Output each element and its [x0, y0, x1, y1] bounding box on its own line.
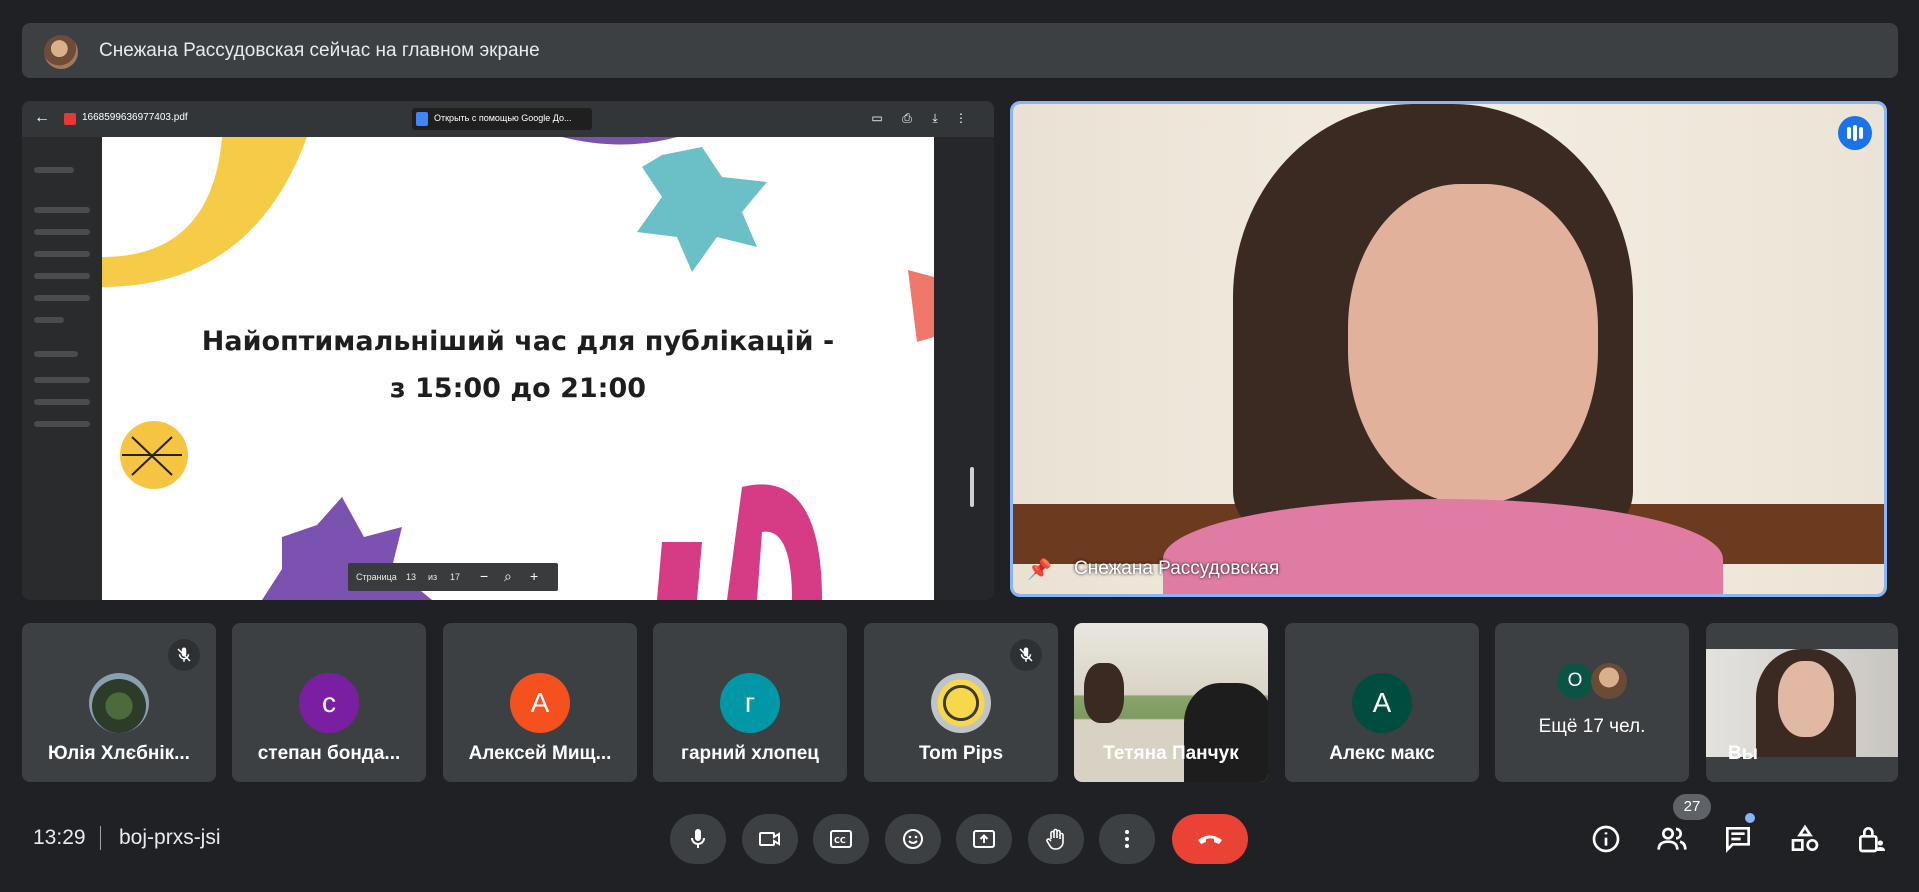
page-label: Страница	[356, 572, 397, 582]
background-gmail-window	[22, 137, 102, 600]
open-with-label: Открыть с помощью Google До...	[434, 113, 572, 123]
back-arrow-icon[interactable]: ←	[34, 109, 50, 127]
print-icon[interactable]: ⎙	[900, 111, 914, 125]
participant-initial-avatar: А	[1352, 673, 1412, 733]
more-participants-avatars: О	[1557, 663, 1629, 703]
muted-mic-icon	[168, 639, 200, 671]
participant-count-badge: 27	[1673, 794, 1711, 820]
participant-name: Вы	[1728, 743, 1758, 764]
leave-call-button[interactable]	[1172, 814, 1248, 864]
meeting-time: 13:29	[33, 826, 86, 849]
page-of: из	[428, 572, 438, 582]
participant-name: Tom Pips	[918, 743, 1004, 764]
present-screen-button[interactable]	[956, 814, 1012, 864]
mic-icon	[691, 829, 705, 848]
emoji-icon	[903, 829, 923, 849]
raise-hand-button[interactable]	[1028, 814, 1084, 864]
meeting-code: boj-prxs-jsi	[119, 826, 221, 849]
muted-mic-icon	[1010, 639, 1042, 671]
pdf-slide: Найоптимальніший час для публікацій - з …	[102, 137, 934, 600]
more-vert-icon	[1125, 830, 1129, 848]
shapes-icon	[1791, 824, 1819, 851]
info-icon	[1592, 825, 1620, 853]
google-docs-icon	[416, 112, 428, 126]
participant-initial-avatar: О	[1557, 663, 1593, 699]
add-to-drive-icon[interactable]: ▭	[870, 111, 884, 125]
zoom-in-icon[interactable]: +	[530, 568, 538, 584]
participant-name: Алекс макс	[1329, 743, 1435, 764]
more-participants-label: Ещё 17 чел.	[1538, 716, 1646, 737]
presenting-banner: Снежана Рассудовская сейчас на главном э…	[22, 23, 1898, 78]
participant-tile[interactable]: А Алексей Мищ...	[443, 623, 637, 782]
present-to-all-icon	[973, 830, 995, 848]
people-icon	[1657, 827, 1687, 850]
videocam-icon	[759, 832, 780, 846]
participant-tile[interactable]: г гарний хлопец	[653, 623, 847, 782]
participant-tile[interactable]: Юлія Хлєбнік...	[22, 623, 216, 782]
divider	[100, 826, 101, 850]
self-video-tile[interactable]: Вы	[1706, 623, 1898, 782]
scrollbar[interactable]	[970, 467, 974, 507]
more-participants-tile[interactable]: О Ещё 17 чел.	[1495, 623, 1689, 782]
captions-button[interactable]: CC	[813, 814, 869, 864]
participant-tile[interactable]: А Алекс макс	[1285, 623, 1479, 782]
more-options-button[interactable]	[1099, 814, 1155, 864]
participant-photo	[1591, 663, 1627, 699]
lock-person-icon	[1859, 827, 1885, 853]
participant-name: Юлія Хлєбнік...	[48, 743, 190, 764]
hand-icon	[1046, 828, 1064, 850]
pdf-file-icon	[64, 113, 76, 125]
reactions-button[interactable]	[885, 814, 941, 864]
banner-text: Снежана Рассудовская сейчас на главном э…	[99, 40, 540, 61]
open-with-google-docs-button[interactable]: Открыть с помощью Google До...	[412, 108, 592, 130]
call-end-icon	[1198, 835, 1222, 844]
chat-button[interactable]	[1722, 823, 1754, 855]
self-video	[1706, 649, 1898, 757]
svg-text:CC: CC	[834, 836, 846, 845]
host-controls-button[interactable]	[1855, 823, 1887, 855]
main-speaker-name: Снежана Рассудовская	[1074, 558, 1280, 579]
pin-icon[interactable]: 📌	[1027, 557, 1052, 582]
classroom-video	[1184, 683, 1268, 782]
background-sidebar	[934, 137, 994, 600]
zoom-out-icon[interactable]: −	[480, 568, 488, 584]
people-button[interactable]	[1656, 823, 1688, 855]
microphone-button[interactable]	[670, 814, 726, 864]
participant-name: гарний хлопец	[681, 743, 819, 764]
participant-name: степан бонда...	[257, 743, 401, 764]
participant-name: Тетяна Панчук	[1103, 743, 1239, 764]
participant-photo	[89, 673, 149, 733]
chat-icon	[1726, 827, 1750, 853]
speaker-face	[1348, 184, 1598, 504]
more-vert-icon[interactable]: ⋮	[954, 111, 968, 125]
chat-notification-dot	[1745, 813, 1755, 823]
pdf-file-name: 1668599636977403.pdf	[82, 112, 188, 123]
participant-initial-avatar: с	[299, 673, 359, 733]
captions-icon: CC	[830, 830, 852, 848]
slide-title-line2: з 15:00 до 21:00	[389, 373, 647, 404]
audio-level-icon	[1838, 116, 1872, 150]
participant-tile[interactable]: Tom Pips	[864, 623, 1058, 782]
page-total: 17	[450, 572, 461, 582]
presenter-avatar	[44, 35, 78, 69]
participant-initial-avatar: г	[720, 673, 780, 733]
presentation-tile[interactable]: Найоптимальніший час для публікацій - з …	[22, 101, 994, 600]
activities-button[interactable]	[1789, 823, 1821, 855]
slide-title-line1: Найоптимальніший час для публікацій -	[201, 326, 835, 357]
participant-initial-avatar: А	[510, 673, 570, 733]
participant-name: Алексей Мищ...	[468, 743, 612, 764]
slide-decorations	[102, 137, 934, 600]
pdf-toolbar: ← 1668599636977403.pdf Открыть с помощью…	[22, 101, 994, 137]
page-current[interactable]: 13	[406, 572, 416, 582]
meeting-details-button[interactable]	[1590, 823, 1622, 855]
participant-video-tile[interactable]: Тетяна Панчук	[1074, 623, 1268, 782]
download-icon[interactable]: ⤓	[928, 111, 942, 125]
participant-photo	[931, 673, 991, 733]
main-speaker-video[interactable]: 📌 Снежана Рассудовская	[1010, 101, 1887, 597]
pdf-page-controls: Страница 13 из 17 − ⌕ +	[348, 563, 558, 591]
zoom-icon[interactable]: ⌕	[504, 568, 512, 585]
camera-button[interactable]	[742, 814, 798, 864]
participant-tile[interactable]: с степан бонда...	[232, 623, 426, 782]
